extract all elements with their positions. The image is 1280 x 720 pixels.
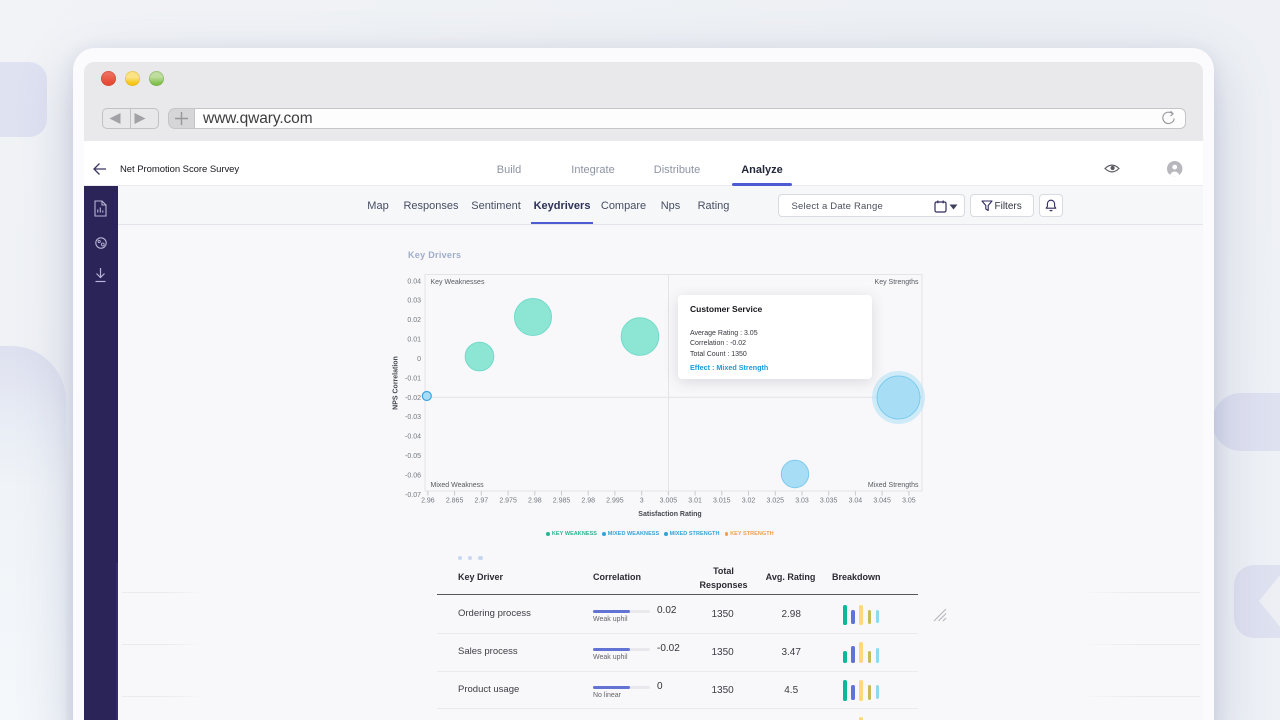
- svg-text:3.02: 3.02: [742, 498, 756, 505]
- svg-text:-0.07: -0.07: [405, 492, 421, 499]
- svg-text:0.03: 0.03: [407, 298, 421, 305]
- svg-text:0: 0: [417, 356, 421, 363]
- svg-text:-0.02: -0.02: [405, 395, 421, 402]
- svg-text:3.04: 3.04: [849, 498, 863, 505]
- svg-text:-0.03: -0.03: [405, 414, 421, 421]
- svg-text:2.975: 2.975: [499, 498, 517, 505]
- svg-text:3.05: 3.05: [902, 498, 916, 505]
- svg-text:Mixed Strengths: Mixed Strengths: [868, 482, 919, 489]
- svg-text:-0.06: -0.06: [405, 473, 421, 480]
- svg-text:NPS Correlation: NPS Correlation: [393, 356, 400, 410]
- svg-text:-0.01: -0.01: [405, 375, 421, 382]
- svg-text:3.03: 3.03: [795, 498, 809, 505]
- svg-text:Key Weaknesses: Key Weaknesses: [431, 279, 485, 286]
- svg-text:2.985: 2.985: [553, 498, 571, 505]
- svg-text:0.02: 0.02: [407, 317, 421, 324]
- svg-text:3.015: 3.015: [713, 498, 731, 505]
- svg-text:3.045: 3.045: [873, 498, 891, 505]
- svg-text:2.98: 2.98: [581, 498, 595, 505]
- svg-text:3.035: 3.035: [820, 498, 838, 505]
- svg-text:Satisfaction Rating: Satisfaction Rating: [638, 511, 701, 518]
- svg-text:3.025: 3.025: [767, 498, 785, 505]
- svg-text:0.04: 0.04: [407, 278, 421, 285]
- svg-text:Mixed Weakness: Mixed Weakness: [431, 482, 485, 489]
- svg-text:3: 3: [640, 498, 644, 505]
- svg-text:3.01: 3.01: [688, 498, 702, 505]
- svg-text:2.995: 2.995: [606, 498, 624, 505]
- svg-text:2.98: 2.98: [528, 498, 542, 505]
- svg-text:Key Strengths: Key Strengths: [875, 279, 919, 286]
- svg-text:0.01: 0.01: [407, 337, 421, 344]
- svg-text:2.97: 2.97: [474, 498, 488, 505]
- svg-text:-0.05: -0.05: [405, 453, 421, 460]
- svg-text:3.005: 3.005: [660, 498, 678, 505]
- svg-text:2.865: 2.865: [446, 498, 464, 505]
- svg-text:-0.04: -0.04: [405, 434, 421, 441]
- svg-text:2.96: 2.96: [421, 498, 435, 505]
